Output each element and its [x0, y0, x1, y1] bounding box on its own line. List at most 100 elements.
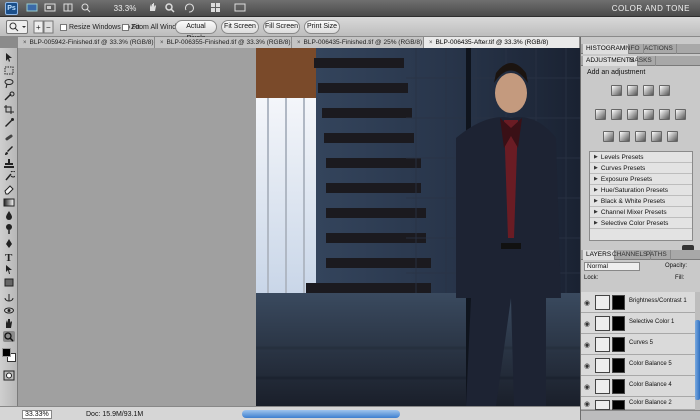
dodge-tool-icon[interactable]	[3, 223, 15, 234]
layer-row[interactable]: ◉ Color Balance 2	[581, 397, 695, 410]
vibrance-icon[interactable]	[595, 109, 606, 120]
zoom-in-out-toggle[interactable]: + −	[33, 20, 55, 34]
close-icon[interactable]: ×	[23, 40, 27, 46]
3d-rotate-tool-icon[interactable]	[3, 292, 15, 303]
status-zoom-field[interactable]: 33.33%	[22, 410, 52, 419]
tab-masks[interactable]: MASKS	[626, 56, 656, 66]
move-tool-icon[interactable]	[3, 52, 15, 63]
preset-item[interactable]: ▶ Channel Mixer Presets	[590, 207, 692, 218]
marquee-tool-icon[interactable]	[3, 65, 15, 76]
actual-pixels-button[interactable]: Actual Pixels	[175, 20, 217, 42]
shape-tool-icon[interactable]	[3, 277, 15, 288]
preset-item[interactable]: ▶ Hue/Saturation Presets	[590, 185, 692, 196]
blend-mode-select[interactable]: Normal	[584, 262, 640, 271]
fill-screen-button[interactable]: Fill Screen	[263, 20, 300, 34]
lasso-tool-icon[interactable]	[3, 78, 15, 89]
document-tab[interactable]: × BLP-006355-Finished.tif @ 33.3% (RGB/8)	[155, 37, 292, 48]
layer-mask-thumbnail[interactable]	[612, 358, 625, 373]
preset-item[interactable]: ▶ Levels Presets	[590, 152, 692, 163]
screen-mode-icon[interactable]	[234, 2, 246, 15]
preset-item[interactable]: ▶ Black & White Presets	[590, 196, 692, 207]
layer-row[interactable]: ◉ Color Balance 5	[581, 355, 695, 376]
threshold-icon[interactable]	[635, 131, 646, 142]
fit-screen-button[interactable]: Fit Screen	[221, 20, 259, 34]
type-tool-icon[interactable]: T	[3, 251, 15, 264]
crop-tool-icon[interactable]	[3, 104, 15, 115]
brightness-contrast-icon[interactable]	[611, 85, 622, 96]
arrange-documents-icon[interactable]	[210, 2, 222, 15]
layer-row[interactable]: ◉ Curves 5	[581, 334, 695, 355]
canvas-area[interactable]	[18, 48, 580, 406]
hand-tool-icon[interactable]	[147, 2, 159, 15]
hue-saturation-icon[interactable]	[611, 109, 622, 120]
path-selection-tool-icon[interactable]	[3, 264, 15, 275]
minibridge-icon[interactable]	[44, 2, 56, 15]
document-tab[interactable]: × BLP-006435-Finished.tif @ 25% (RGB/8)	[292, 37, 424, 48]
preset-item[interactable]: ▶ Exposure Presets	[590, 174, 692, 185]
zoom-tool-icon[interactable]	[164, 2, 176, 15]
brush-tool-icon[interactable]	[3, 145, 15, 156]
close-icon[interactable]: ×	[160, 40, 164, 46]
eyedropper-tool-icon[interactable]	[3, 117, 15, 128]
layer-row[interactable]: ◉ Selective Color 1	[581, 313, 695, 334]
preset-item[interactable]: ▶ Curves Presets	[590, 163, 692, 174]
color-balance-icon[interactable]	[627, 109, 638, 120]
document-tab[interactable]: × BLP-005942-Finished.tif @ 33.3% (RGB/8)	[18, 37, 155, 48]
document-photo[interactable]	[256, 48, 580, 406]
quick-mask-icon[interactable]	[3, 370, 15, 381]
eye-icon[interactable]: ◉	[584, 400, 590, 408]
exposure-icon[interactable]	[659, 85, 670, 96]
document-tab-active[interactable]: × BLP-006435-After.tif @ 33.3% (RGB/8)	[424, 37, 580, 48]
layers-scrollbar[interactable]	[695, 292, 700, 410]
healing-brush-tool-icon[interactable]	[3, 132, 15, 143]
tool-preset-picker[interactable]	[6, 20, 28, 34]
hand-tool-icon[interactable]	[3, 318, 15, 329]
layer-mask-thumbnail[interactable]	[612, 379, 625, 394]
gradient-map-icon[interactable]	[651, 131, 662, 142]
black-white-icon[interactable]	[643, 109, 654, 120]
layer-mask-thumbnail[interactable]	[612, 316, 625, 331]
layer-row[interactable]: ◉ Brightness/Contrast 1	[581, 292, 695, 313]
checkbox-box[interactable]	[60, 23, 67, 31]
history-brush-tool-icon[interactable]	[3, 170, 17, 182]
workspace-name[interactable]: COLOR AND TONE	[612, 2, 690, 15]
foreground-color-swatch[interactable]	[2, 348, 11, 357]
layer-row[interactable]: ◉ Color Balance 4	[581, 376, 695, 397]
zoom-level-dropdown[interactable]: 33.3%	[108, 2, 142, 15]
eye-icon[interactable]: ◉	[584, 320, 590, 328]
document-size-info[interactable]: Doc: 15.9M/93.1M	[86, 410, 143, 419]
photo-filter-icon[interactable]	[659, 109, 670, 120]
levels-icon[interactable]	[627, 85, 638, 96]
tab-paths[interactable]: PATHS	[643, 250, 671, 260]
rotate-view-icon[interactable]	[184, 2, 196, 15]
layer-mask-thumbnail[interactable]	[612, 337, 625, 352]
layer-mask-thumbnail[interactable]	[612, 295, 625, 310]
quick-selection-tool-icon[interactable]	[3, 91, 15, 102]
print-size-button[interactable]: Print Size	[304, 20, 340, 34]
eye-icon[interactable]: ◉	[584, 362, 590, 370]
curves-icon[interactable]	[643, 85, 654, 96]
color-swatches[interactable]	[2, 348, 16, 362]
eraser-tool-icon[interactable]	[3, 184, 15, 195]
eye-icon[interactable]: ◉	[584, 341, 590, 349]
clone-stamp-tool-icon[interactable]	[3, 158, 15, 169]
horizontal-scroll-thumb[interactable]	[242, 410, 400, 418]
posterize-icon[interactable]	[619, 131, 630, 142]
zoom-tool-icon[interactable]	[3, 331, 15, 342]
layer-mask-thumbnail[interactable]	[612, 400, 625, 410]
eye-icon[interactable]: ◉	[584, 299, 590, 307]
eye-icon[interactable]: ◉	[584, 383, 590, 391]
close-icon[interactable]: ×	[429, 40, 433, 46]
3d-orbit-tool-icon[interactable]	[3, 305, 15, 316]
close-icon[interactable]: ×	[297, 40, 301, 46]
invert-icon[interactable]	[603, 131, 614, 142]
tab-actions[interactable]: ACTIONS	[641, 44, 677, 54]
checkbox-box[interactable]	[122, 23, 129, 31]
guides-icon[interactable]	[62, 2, 74, 15]
selective-color-icon[interactable]	[667, 131, 678, 142]
zoom-menu-icon[interactable]	[80, 2, 92, 15]
channel-mixer-icon[interactable]	[675, 109, 686, 120]
layers-scroll-thumb[interactable]	[695, 320, 700, 400]
pen-tool-icon[interactable]	[3, 238, 15, 249]
bridge-icon[interactable]	[26, 2, 38, 15]
